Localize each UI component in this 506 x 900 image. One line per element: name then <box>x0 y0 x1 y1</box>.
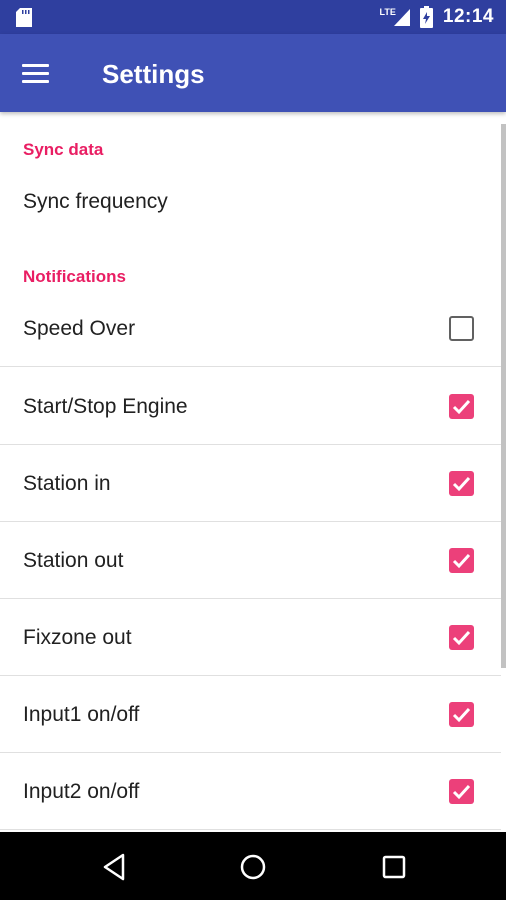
nav-bar <box>0 832 506 900</box>
clock: 12:14 <box>442 6 494 27</box>
pref-speed-over[interactable]: Speed Over <box>0 290 501 367</box>
pref-input1-on-off[interactable]: Input1 on/off <box>0 676 501 753</box>
fixzone-out-checkbox[interactable] <box>449 625 474 650</box>
network-type-label: LTE <box>379 7 396 17</box>
sync-frequency-item[interactable]: Sync frequency <box>23 190 168 214</box>
hamburger-menu-icon[interactable] <box>22 56 56 90</box>
check-icon <box>452 707 471 723</box>
start-stop-engine-checkbox[interactable] <box>449 394 474 419</box>
speed-over-checkbox[interactable] <box>449 316 474 341</box>
check-icon <box>452 476 471 492</box>
signal-icon <box>393 8 410 26</box>
pref-station-in[interactable]: Station in <box>0 445 501 522</box>
scrollbar[interactable] <box>501 124 506 668</box>
pref-label: Station in <box>23 472 111 495</box>
category-notifications: Notifications <box>23 267 126 286</box>
pref-fixzone-out[interactable]: Fixzone out <box>0 599 501 676</box>
category-sync-data: Sync data <box>23 140 104 159</box>
home-icon[interactable] <box>238 852 268 882</box>
battery-icon <box>419 6 433 28</box>
app-bar: Settings <box>0 34 506 112</box>
status-bar: LTE 12:14 <box>0 0 506 34</box>
check-icon <box>452 784 471 800</box>
pref-station-out[interactable]: Station out <box>0 522 501 599</box>
check-icon <box>452 553 471 569</box>
settings-list[interactable]: Sync data Sync frequency Notifications S… <box>0 112 506 832</box>
check-icon <box>452 399 471 415</box>
pref-input2-on-off[interactable]: Input2 on/off <box>0 753 501 830</box>
page-title: Settings <box>102 59 205 89</box>
back-icon[interactable] <box>99 852 129 882</box>
recents-icon[interactable] <box>379 852 409 882</box>
pref-label: Start/Stop Engine <box>23 395 188 418</box>
station-in-checkbox[interactable] <box>449 471 474 496</box>
pref-start-stop-engine[interactable]: Start/Stop Engine <box>0 368 501 445</box>
pref-label: Input2 on/off <box>23 780 140 803</box>
input2-checkbox[interactable] <box>449 779 474 804</box>
pref-label: Fixzone out <box>23 626 132 649</box>
pref-label: Speed Over <box>23 317 136 340</box>
input1-checkbox[interactable] <box>449 702 474 727</box>
pref-label: Input1 on/off <box>23 703 140 726</box>
station-out-checkbox[interactable] <box>449 548 474 573</box>
sd-card-icon <box>16 8 32 27</box>
check-icon <box>452 630 471 646</box>
pref-label: Station out <box>23 549 124 572</box>
